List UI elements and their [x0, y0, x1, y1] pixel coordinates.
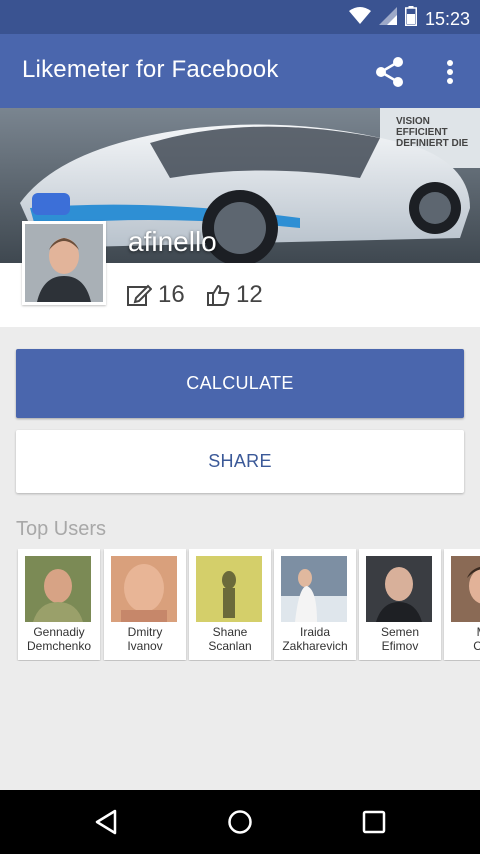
more-vert-icon [447, 60, 453, 84]
top-users-title: Top Users [16, 518, 107, 540]
clock-time: 15:23 [424, 8, 470, 29]
user-name: Semen Efimov [380, 625, 420, 653]
calculate-button[interactable]: CALCULATE [16, 349, 464, 418]
share-result-button[interactable]: SHARE [16, 430, 464, 493]
user-name: Gennadiy Demchenko [26, 625, 92, 653]
user-card[interactable]: Iraida Zakharevich [274, 549, 356, 660]
posts-stat: 16 [126, 281, 185, 309]
user-photo [281, 556, 347, 622]
recents-button[interactable] [354, 804, 394, 840]
navigation-bar [0, 790, 480, 854]
user-card[interactable]: Semen Efimov [359, 549, 441, 660]
signal-icon [378, 7, 397, 30]
back-button[interactable] [86, 804, 126, 840]
back-icon [95, 809, 117, 835]
recents-icon [362, 810, 386, 834]
user-card[interactable]: Dmitry Ivanov [104, 549, 186, 660]
posts-count: 16 [158, 281, 185, 308]
home-button[interactable] [220, 804, 260, 840]
wifi-icon [348, 7, 371, 30]
user-name: Ми Сем [473, 625, 480, 653]
thumbs-up-icon [207, 285, 230, 306]
likes-stat: 12 [206, 281, 263, 309]
home-icon [228, 810, 252, 834]
user-card[interactable]: Ми Сем [444, 549, 480, 660]
likes-count: 12 [236, 281, 263, 308]
user-photo [25, 556, 91, 622]
username: afinello [128, 226, 217, 257]
overflow-menu-button[interactable] [434, 52, 466, 92]
avatar [22, 221, 106, 305]
status-bar: 15:23 [0, 0, 480, 34]
status-icons: 15:23 [348, 6, 470, 31]
cover-watermark: VISION EFFICIENT DEFINIERT DIE [396, 116, 469, 149]
user-card[interactable]: Shane Scanlan [189, 549, 271, 660]
top-users-list[interactable]: Gennadiy Demchenko Dmitry Ivanov Shane S… [16, 549, 480, 661]
user-name: Dmitry Ivanov [127, 625, 163, 653]
app-bar: Likemeter for Facebook [0, 34, 480, 108]
user-photo [366, 556, 432, 622]
user-photo [111, 556, 177, 622]
edit-icon [127, 284, 152, 306]
battery-icon [404, 6, 417, 31]
user-card[interactable]: Gennadiy Demchenko [18, 549, 100, 660]
user-name: Iraida Zakharevich [282, 625, 348, 653]
share-button[interactable] [370, 52, 410, 92]
app-title: Likemeter for Facebook [22, 56, 279, 83]
user-photo [451, 556, 480, 622]
user-name: Shane Scanlan [208, 625, 252, 653]
share-icon [376, 57, 403, 87]
user-photo [196, 556, 262, 622]
